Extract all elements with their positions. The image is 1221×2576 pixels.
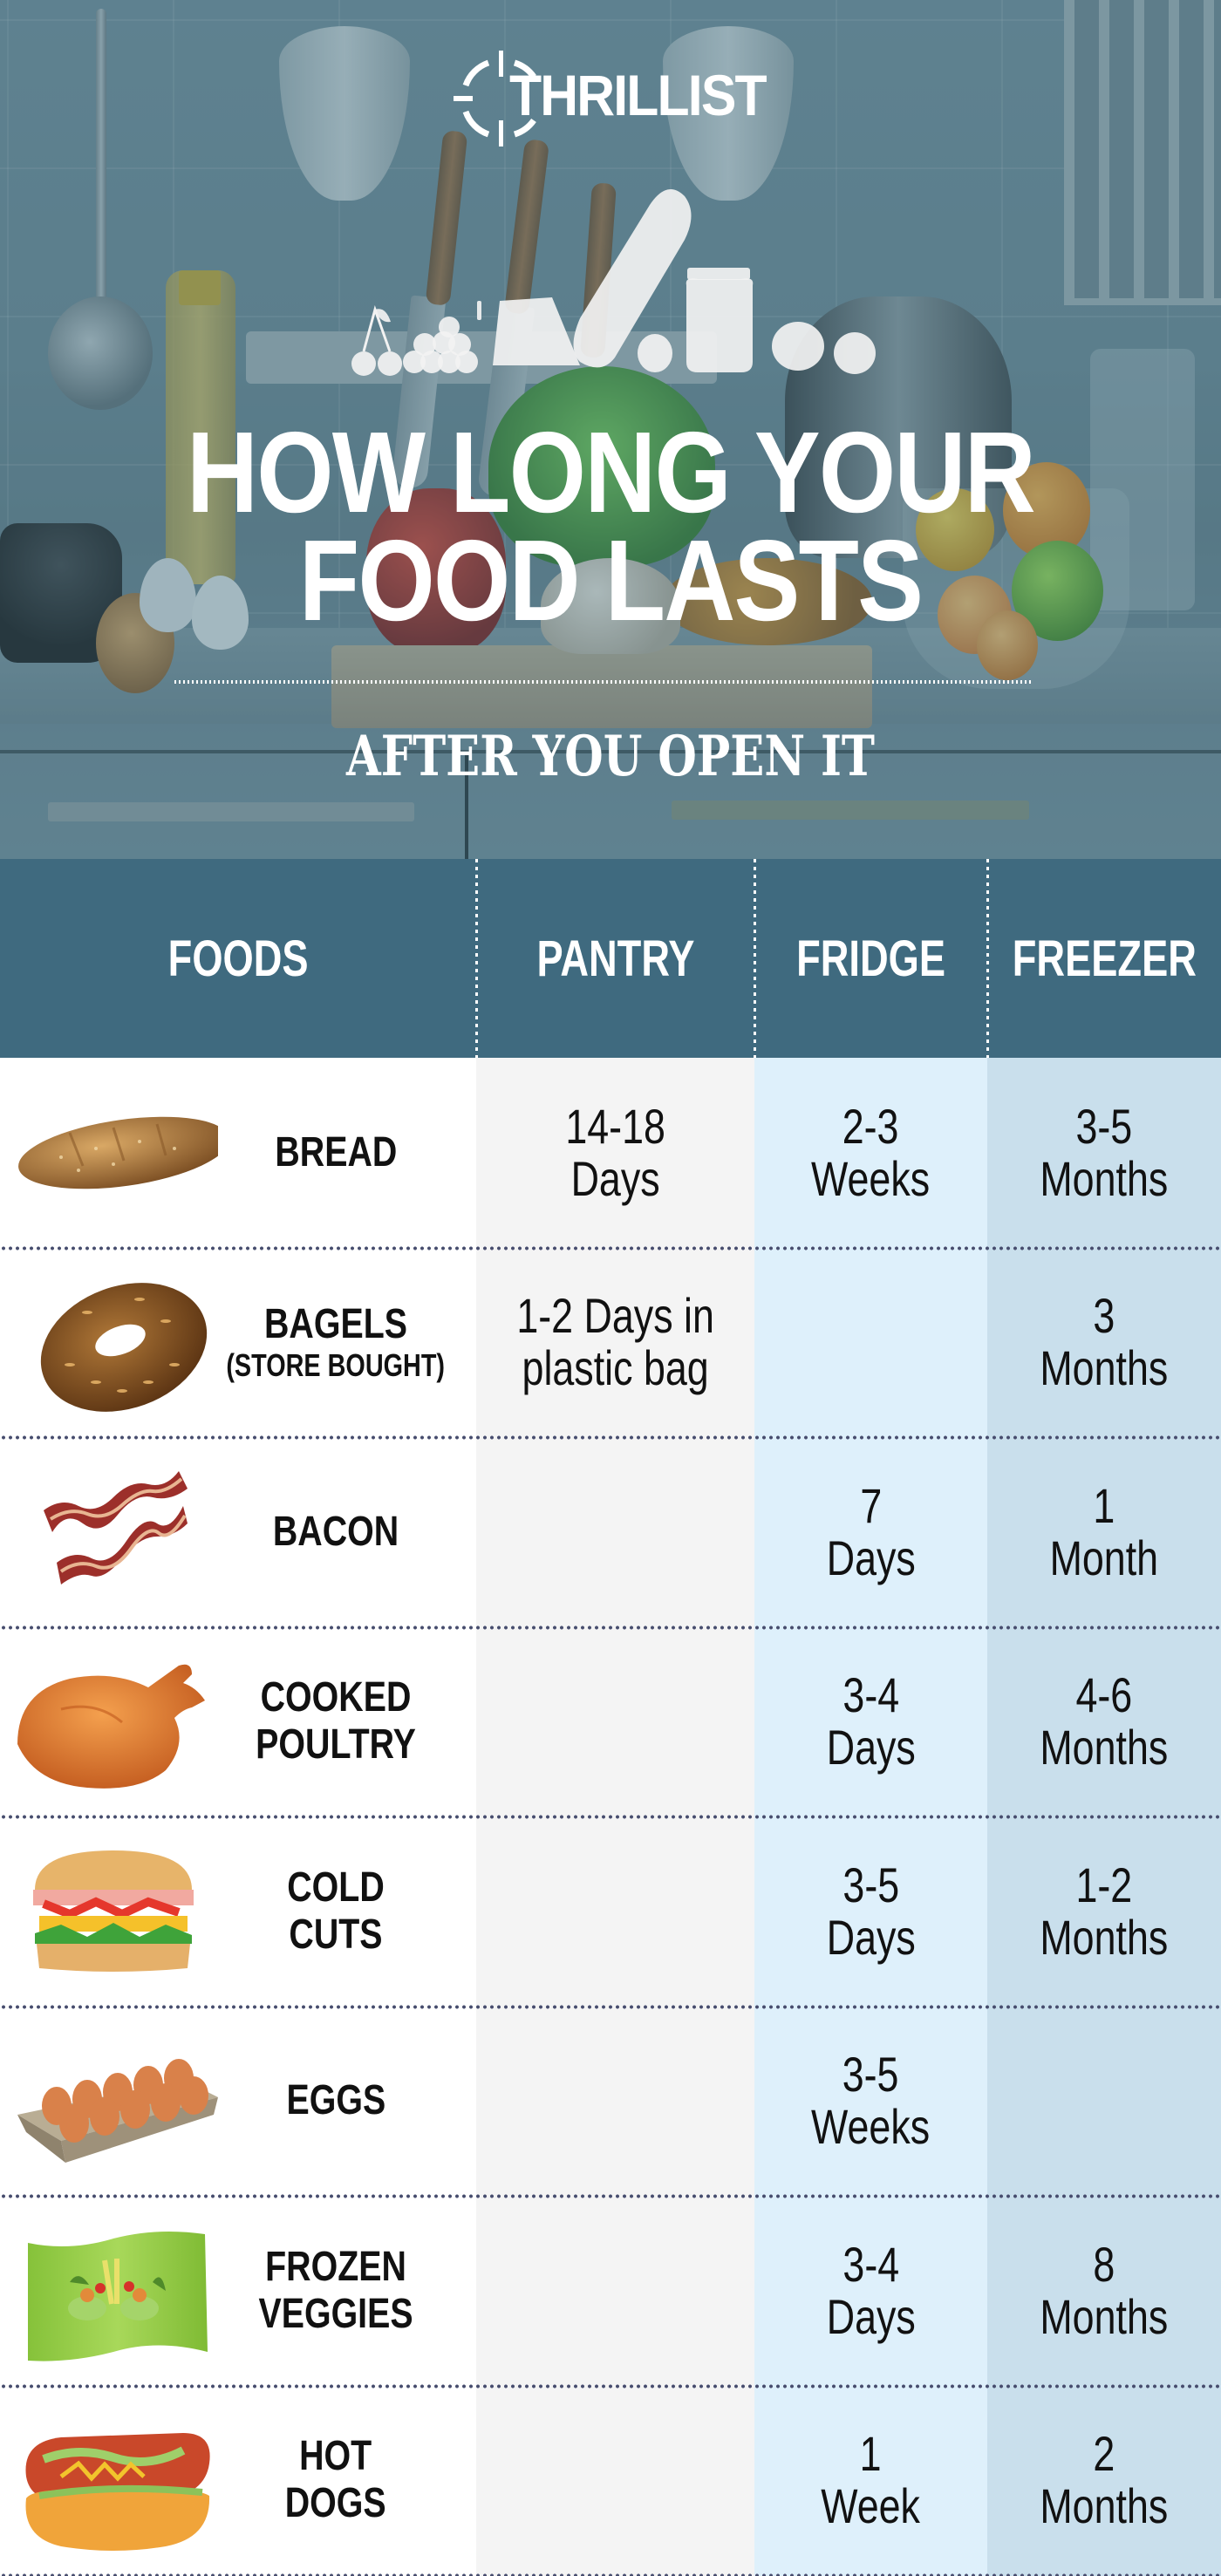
freezer-cell: 1 Month: [987, 1437, 1221, 1627]
table-row: BAGELS (STORE BOUGHT) 1-2 Days in plasti…: [0, 1248, 1221, 1440]
fridge-value: 7 Days: [826, 1477, 916, 1585]
food-name: BAGELS: [263, 1301, 407, 1348]
roast-chicken-icon: [17, 1664, 205, 1789]
title-divider: [174, 680, 1033, 684]
infographic-subtitle: AFTER YOU OPEN IT: [346, 724, 875, 789]
infographic-title-line2: FOOD LASTS: [298, 516, 924, 644]
cheese-icon: [493, 297, 580, 365]
freezer-cell: 2 Months: [987, 2386, 1221, 2576]
fridge-value: 3-4 Days: [826, 1667, 916, 1775]
food-name-cell: BREAD: [209, 1058, 462, 1248]
infographic-title-line1: HOW LONG YOUR: [186, 408, 1036, 536]
baguette-icon: [573, 189, 692, 368]
fridge-cell: 3-4 Days: [754, 2196, 987, 2386]
onion-icon: [772, 322, 824, 371]
fridge-value: 3-5 Days: [826, 1857, 916, 1965]
food-icon-strip: [351, 189, 876, 376]
hot-dog-icon: [25, 2432, 210, 2551]
freezer-value: 3 Months: [1040, 1288, 1169, 1396]
food-name: EGGS: [286, 2077, 385, 2124]
table-row: COOKED POULTRY 3-4 Days 4-6 Months: [0, 1627, 1221, 1819]
bread-icon: [18, 1116, 218, 1189]
table-row: BACON 7 Days 1 Month: [0, 1437, 1221, 1630]
fridge-value: 3-5 Weeks: [811, 2047, 931, 2155]
food-name: BREAD: [275, 1128, 397, 1176]
fridge-cell: 3-5 Days: [754, 1816, 987, 2007]
food-name-cell: COOKED POULTRY: [209, 1627, 462, 1817]
bacon-icon: [44, 1471, 188, 1584]
header-fridge: FRIDGE: [796, 930, 945, 987]
table-row: COLD CUTS 3-5 Days 1-2 Months: [0, 1816, 1221, 2009]
fridge-value: 3-4 Days: [826, 2236, 916, 2344]
freezer-cell: [987, 2007, 1221, 2197]
cherries-icon: [351, 304, 402, 376]
food-storage-table: FOODS PANTRY FRIDGE FREEZER BREAD 14-18 …: [0, 859, 1221, 2576]
table-row: FROZEN VEGGIES 3-4 Days 8 Months: [0, 2196, 1221, 2389]
freezer-cell: 1-2 Months: [987, 1816, 1221, 2007]
freezer-value: 4-6 Months: [1040, 1667, 1169, 1775]
fridge-value: 1 Week: [821, 2426, 921, 2534]
table-body: BREAD 14-18 Days 2-3 Weeks 3-5 Months BA…: [0, 1058, 1221, 2576]
food-name: HOT DOGS: [285, 2433, 386, 2527]
freezer-value: 3-5 Months: [1040, 1098, 1169, 1206]
pantry-cell: [476, 1627, 754, 1817]
freezer-cell: 3-5 Months: [987, 1058, 1221, 1248]
pantry-cell: [476, 2386, 754, 2576]
fridge-cell: 3-4 Days: [754, 1627, 987, 1817]
header-separator: [986, 859, 989, 1058]
fridge-cell: 1 Week: [754, 2386, 987, 2576]
logo-wordmark: THRILLIST: [509, 63, 767, 127]
freezer-value: 1-2 Months: [1040, 1857, 1169, 1965]
frozen-veggie-bag-icon: [28, 2231, 208, 2361]
food-name-cell: HOT DOGS: [209, 2386, 462, 2576]
table-row: HOT DOGS 1 Week 2 Months: [0, 2386, 1221, 2576]
food-name: BACON: [272, 1508, 399, 1555]
pantry-cell: [476, 1816, 754, 2007]
food-name-cell: BACON: [209, 1437, 462, 1627]
pantry-cell: 14-18 Days: [476, 1058, 754, 1248]
fridge-cell: 3-5 Weeks: [754, 2007, 987, 2197]
food-name-cell: FROZEN VEGGIES: [209, 2196, 462, 2386]
egg-carton-icon: [17, 2058, 218, 2163]
food-name-cell: EGGS: [209, 2007, 462, 2197]
pantry-value: 14-18 Days: [565, 1098, 665, 1206]
table-row: BREAD 14-18 Days 2-3 Weeks 3-5 Months: [0, 1058, 1221, 1251]
freezer-value: 8 Months: [1040, 2236, 1169, 2344]
freezer-value: 1 Month: [1049, 1477, 1159, 1585]
food-name-cell: BAGELS (STORE BOUGHT): [209, 1248, 462, 1438]
header-freezer: FREEZER: [1012, 930, 1197, 987]
pantry-cell: [476, 1437, 754, 1627]
freezer-cell: 4-6 Months: [987, 1627, 1221, 1817]
food-name-cell: COLD CUTS: [209, 1816, 462, 2007]
sandwich-icon: [33, 1850, 194, 1972]
table-row: EGGS 3-5 Weeks: [0, 2007, 1221, 2198]
freezer-value: 2 Months: [1040, 2426, 1169, 2534]
fridge-cell: 7 Days: [754, 1437, 987, 1627]
lemon-icon: [638, 334, 672, 372]
fridge-value: 2-3 Weeks: [811, 1098, 931, 1206]
tomato-icon: [834, 332, 876, 374]
pantry-cell: [476, 2196, 754, 2386]
pantry-cell: [476, 2007, 754, 2197]
food-name: COOKED POULTRY: [256, 1674, 416, 1768]
header-foods: FOODS: [167, 930, 309, 987]
pantry-cell: 1-2 Days in plastic bag: [476, 1248, 754, 1438]
freezer-cell: 3 Months: [987, 1248, 1221, 1438]
hero-banner: THRILLIST HOW LONG YOUR FOOD LASTS AFTER…: [0, 0, 1221, 859]
fridge-cell: [754, 1248, 987, 1438]
bagel-icon: [40, 1282, 208, 1412]
thrillist-logo[interactable]: THRILLIST: [454, 51, 776, 147]
food-name: FROZEN VEGGIES: [258, 2243, 413, 2337]
food-name-note: (STORE BOUGHT): [226, 1347, 446, 1384]
grapes-icon: [403, 301, 481, 373]
header-pantry: PANTRY: [536, 930, 694, 987]
food-name: COLD CUTS: [287, 1864, 385, 1958]
table-header: FOODS PANTRY FRIDGE FREEZER: [0, 859, 1221, 1058]
jar-icon: [686, 268, 754, 372]
freezer-cell: 8 Months: [987, 2196, 1221, 2386]
header-separator: [475, 859, 478, 1058]
pantry-value: 1-2 Days in plastic bag: [516, 1288, 714, 1396]
fridge-cell: 2-3 Weeks: [754, 1058, 987, 1248]
header-separator: [754, 859, 756, 1058]
